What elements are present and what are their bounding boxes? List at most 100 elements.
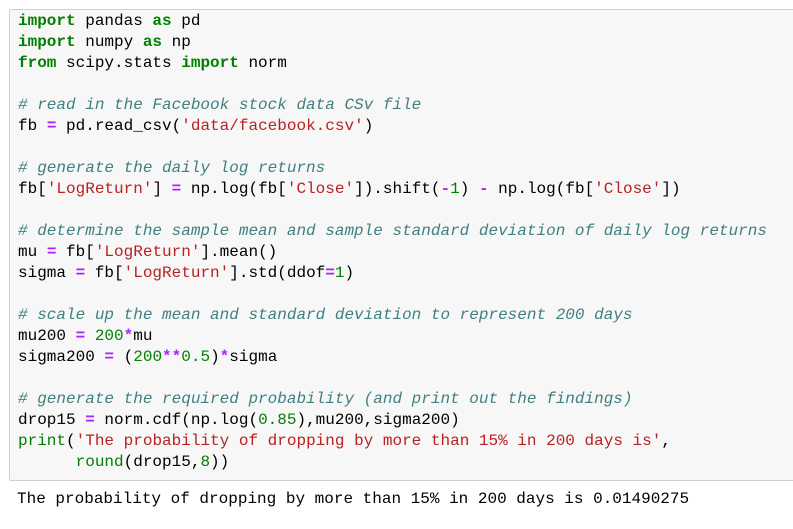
code-line: sigma200 = (200**0.5)*sigma (18, 347, 767, 368)
code-text: np.log(fb[ (488, 180, 595, 198)
code-line: from scipy.stats import norm (18, 53, 767, 74)
code-line: # generate the daily log returns (18, 158, 767, 179)
code-text: numpy (75, 33, 143, 51)
operator: = (46, 243, 57, 261)
code-editor[interactable]: import pandas as pd import numpy as np fro… (18, 11, 767, 473)
operator: = (171, 180, 182, 198)
code-text: ] (152, 180, 172, 198)
code-text: ].mean() (200, 243, 278, 261)
code-line: import pandas as pd (18, 11, 767, 32)
code-text: , (661, 432, 671, 450)
operator: = (85, 411, 95, 429)
code-text: sigma200 (18, 348, 105, 366)
operator: = (104, 348, 115, 366)
code-line: fb = pd.read_csv('data/facebook.csv') (18, 116, 767, 137)
operator: * (219, 348, 230, 366)
string-literal: 'data/facebook.csv' (181, 117, 364, 135)
operator: * (123, 327, 134, 345)
code-line: mu = fb['LogReturn'].mean() (18, 242, 767, 263)
code-line: # generate the required probability (and… (18, 389, 767, 410)
comment: # generate the daily log returns (18, 159, 326, 177)
code-text: sigma (18, 264, 76, 282)
code-text: ) (363, 117, 374, 135)
code-text: np.log(fb[ (181, 180, 287, 198)
code-text: ) (344, 264, 355, 282)
string-literal: 'LogReturn' (94, 243, 201, 261)
number-literal: 200 (94, 327, 124, 345)
code-text: ( (114, 348, 134, 366)
code-line: round(drop15,8)) (18, 452, 767, 473)
cell-output: The probability of dropping by more than… (17, 490, 690, 508)
operator: = (75, 264, 86, 282)
code-text: mu200 (18, 327, 76, 345)
code-text: ]) (661, 180, 681, 198)
number-literal: 0.5 (181, 348, 211, 366)
code-line: import numpy as np (18, 32, 767, 53)
code-text: ),mu200,sigma200) (296, 411, 460, 429)
code-line: # scale up the mean and standard deviati… (18, 305, 767, 326)
string-literal: 'Close' (286, 180, 355, 198)
operator: - (440, 180, 451, 198)
operator: = (325, 264, 335, 282)
operator: = (46, 117, 57, 135)
code-text: pd (171, 12, 201, 30)
string-literal: 'Close' (594, 180, 662, 198)
number-literal: 1 (450, 180, 460, 198)
code-line: fb['LogReturn'] = np.log(fb['Close']).sh… (18, 179, 767, 200)
code-text: norm (238, 54, 287, 72)
keyword: import (181, 54, 239, 72)
code-text: scipy.stats (56, 54, 182, 72)
number-literal: 0.85 (258, 411, 297, 429)
code-line: # determine the sample mean and sample s… (18, 221, 767, 242)
operator: - (478, 180, 489, 198)
code-text: ]).shift( (354, 180, 441, 198)
string-literal: 'The probability of dropping by more tha… (75, 432, 662, 450)
code-text: ].std(ddof (229, 264, 326, 282)
code-text: fb[ (85, 264, 124, 282)
code-text: pandas (75, 12, 153, 30)
comment: # read in the Facebook stock data CSv fi… (18, 96, 422, 114)
code-line: drop15 = norm.cdf(np.log(0.85),mu200,sig… (18, 410, 767, 431)
code-text: ) (210, 348, 220, 366)
code-text: )) (210, 453, 230, 471)
comment: # scale up the mean and standard deviati… (18, 306, 633, 324)
code-cell[interactable]: import pandas as pd import numpy as np fro… (9, 9, 793, 481)
keyword: import (18, 33, 76, 51)
number-literal: 8 (200, 453, 211, 471)
code-text: fb (18, 117, 47, 135)
operator: = (75, 327, 86, 345)
builtin: round (75, 453, 124, 471)
code-text: norm.cdf(np.log( (94, 411, 259, 429)
keyword: as (142, 33, 163, 51)
code-text: fb[ (56, 243, 95, 261)
code-text: drop15 (18, 411, 86, 429)
code-text: ( (66, 432, 76, 450)
code-text: mu (133, 327, 153, 345)
number-literal: 200 (133, 348, 163, 366)
string-literal: 'LogReturn' (123, 264, 230, 282)
operator: ** (162, 348, 182, 366)
code-line: mu200 = 200*mu (18, 326, 767, 347)
code-text: ) (459, 180, 479, 198)
code-text: np (162, 33, 191, 51)
keyword: import (18, 12, 76, 30)
string-literal: 'LogReturn' (46, 180, 153, 198)
code-text: (drop15, (123, 453, 201, 471)
code-text: fb[ (18, 180, 47, 198)
builtin: print (18, 432, 67, 450)
code-line: print('The probability of dropping by mo… (18, 431, 767, 452)
code-text: sigma (229, 348, 278, 366)
code-text: mu (18, 243, 47, 261)
keyword: from (18, 54, 57, 72)
code-line: sigma = fb['LogReturn'].std(ddof=1) (18, 263, 767, 284)
comment: # determine the sample mean and sample s… (18, 222, 767, 240)
comment: # generate the required probability (and… (18, 390, 633, 408)
keyword: as (152, 12, 172, 30)
